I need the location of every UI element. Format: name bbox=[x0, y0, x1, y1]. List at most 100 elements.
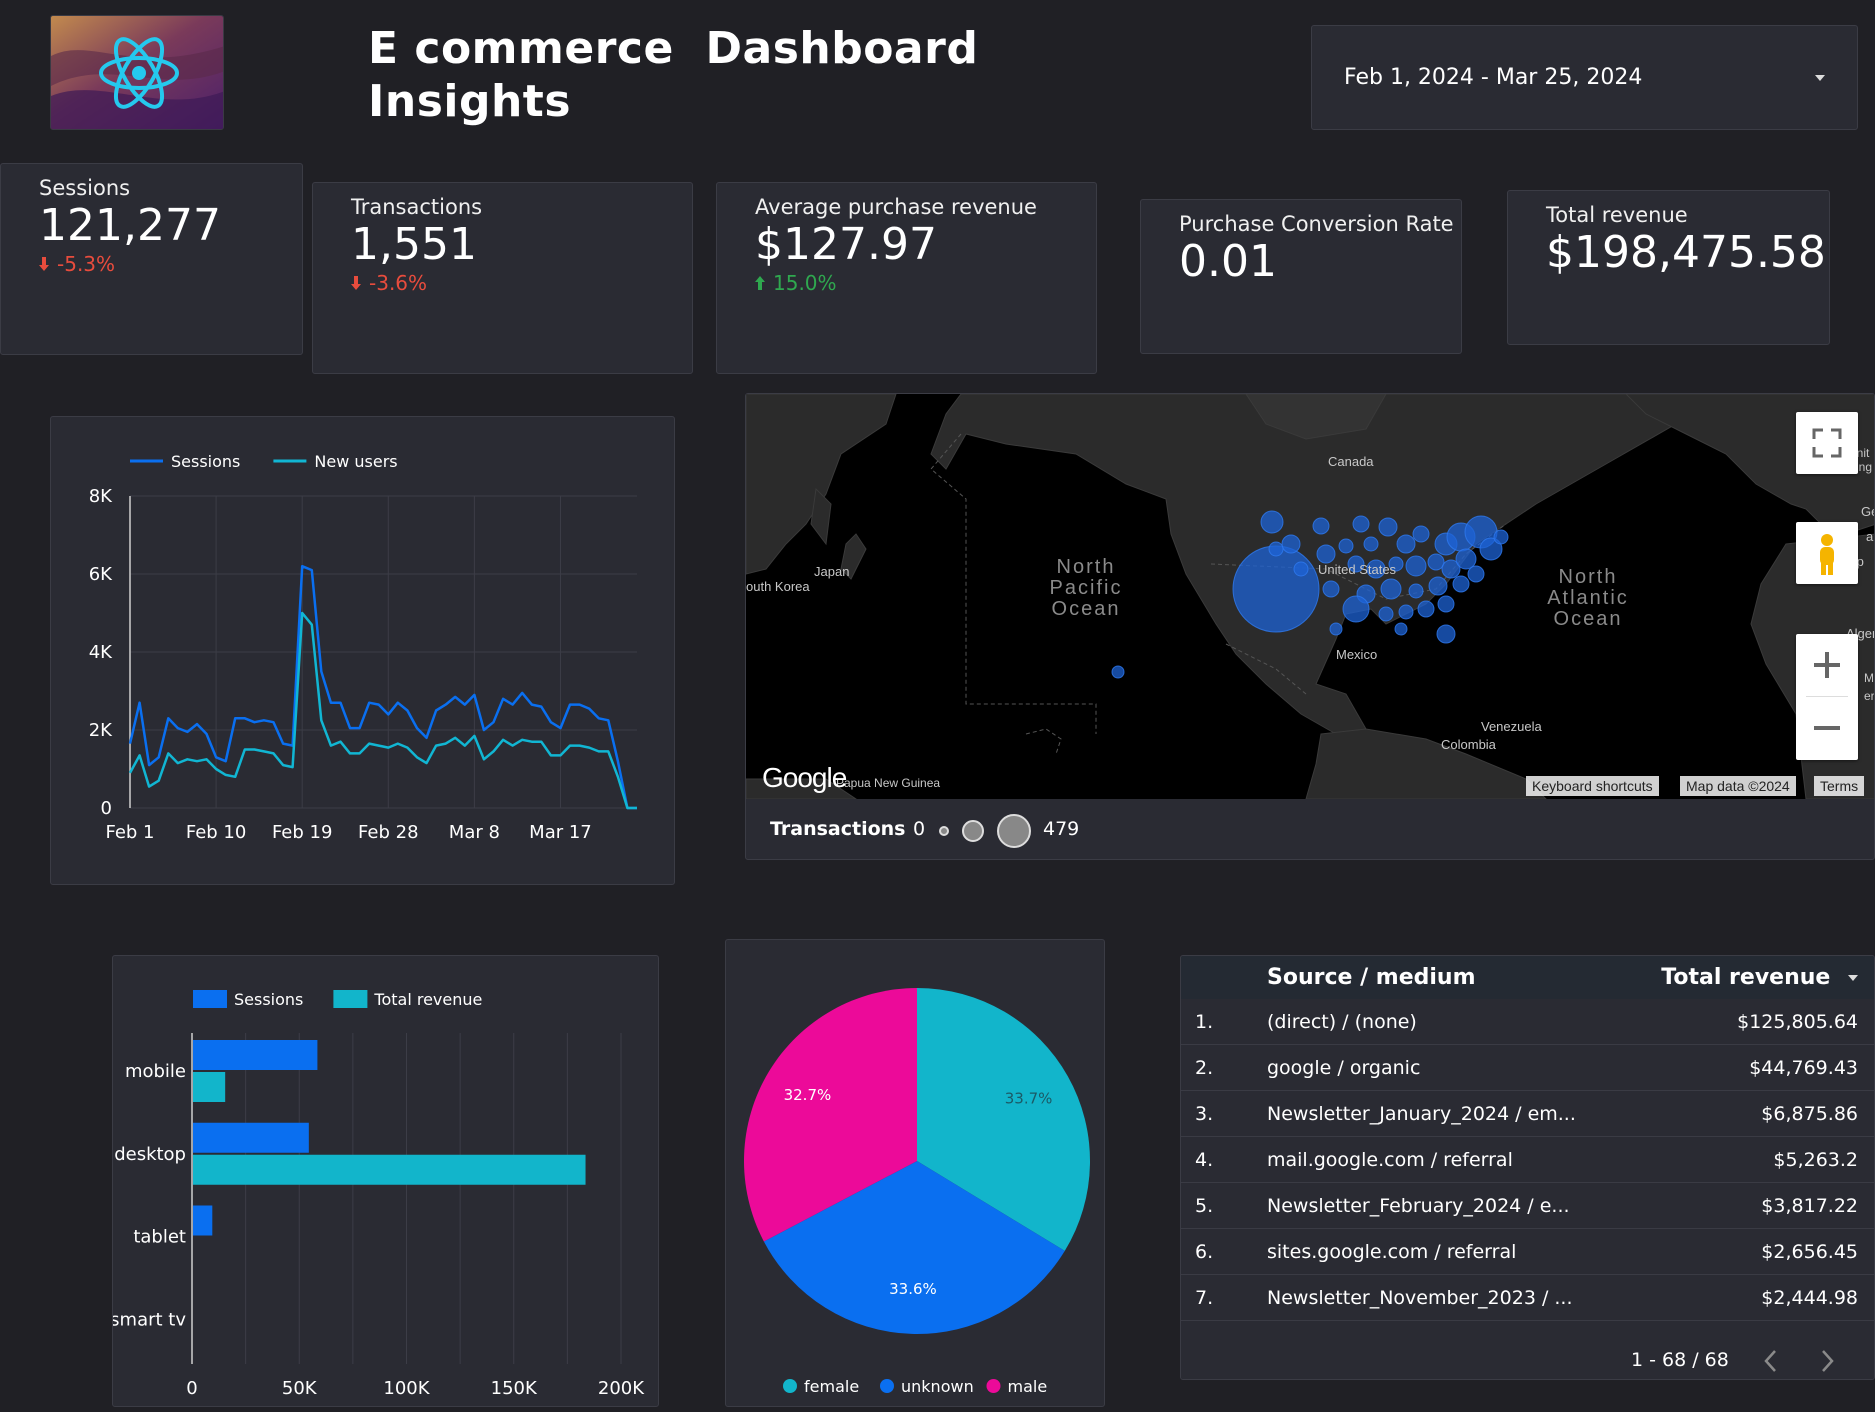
map-label-papua-new-guinea: Papua New Guinea bbox=[836, 776, 941, 790]
table-row[interactable]: 7. Newsletter_November_2023 / ... $2,444.9… bbox=[1181, 1275, 1874, 1321]
legend-label: New users bbox=[314, 452, 397, 471]
kpi-label: Transactions bbox=[351, 195, 483, 219]
kpi-card-transactions: Transactions 1,551 -3.6% bbox=[312, 182, 693, 374]
fullscreen-button[interactable] bbox=[1796, 412, 1858, 474]
keyboard-shortcuts-link[interactable]: Keyboard shortcuts bbox=[1526, 776, 1659, 796]
kpi-label: Total revenue bbox=[1546, 203, 1688, 227]
fullscreen-icon bbox=[1812, 428, 1842, 458]
gender-pie-chart-card: 33.7% 33.6% 32.7% female unknown male bbox=[725, 939, 1105, 1407]
pie-slice-label: 32.7% bbox=[784, 1086, 832, 1104]
row-index: 5. bbox=[1195, 1194, 1214, 1217]
table-row[interactable]: 2. google / organic $44,769.43 bbox=[1181, 1045, 1874, 1091]
row-total-revenue: $44,769.43 bbox=[1749, 1056, 1858, 1079]
map-label-venezuela: Venezuela bbox=[1481, 719, 1542, 734]
map-label-mexico: Mexico bbox=[1336, 647, 1378, 662]
row-source-medium: Newsletter_January_2024 / em... bbox=[1267, 1102, 1576, 1125]
category-label: smart tv bbox=[113, 1309, 186, 1330]
kpi-value: $198,475.58 bbox=[1546, 227, 1826, 278]
y-tick-label: 4K bbox=[89, 642, 113, 663]
legend-label: Total revenue bbox=[373, 990, 482, 1009]
arrow-down-icon bbox=[351, 276, 361, 290]
kpi-value: 0.01 bbox=[1179, 236, 1277, 287]
row-index: 4. bbox=[1195, 1148, 1214, 1171]
x-tick-label: 200K bbox=[598, 1378, 645, 1399]
legend-label: male bbox=[1008, 1377, 1048, 1396]
map-label-japan: Japan bbox=[814, 564, 850, 579]
street-view-pegman-button[interactable] bbox=[1796, 522, 1858, 584]
terms-link[interactable]: Terms bbox=[1814, 776, 1865, 796]
x-tick-label: Feb 19 bbox=[272, 822, 333, 843]
zoom-out-button[interactable] bbox=[1796, 697, 1858, 759]
sessions-line-chart[interactable]: 0 2K 4K 6K 8K Feb 1 Feb 10 Feb 19 Feb 28 Mar 8 Mar… bbox=[51, 417, 676, 886]
pie-slice-label: 33.6% bbox=[889, 1280, 937, 1298]
row-source-medium: (direct) / (none) bbox=[1267, 1010, 1417, 1033]
x-tick-label: Feb 28 bbox=[358, 822, 419, 843]
legend-label: unknown bbox=[901, 1377, 974, 1396]
x-tick-label: Feb 10 bbox=[186, 822, 247, 843]
bar-sessions bbox=[193, 1040, 318, 1070]
source-medium-table: Source / medium Total revenue 1. (direct)… bbox=[1180, 955, 1875, 1380]
x-tick-label: Mar 17 bbox=[529, 822, 592, 843]
kpi-card-sessions: Sessions 121,277 -5.3% bbox=[0, 163, 303, 355]
legend-swatch bbox=[193, 990, 227, 1008]
map-label-mali: Mal bbox=[1864, 671, 1874, 685]
map-label-colombia: Colombia bbox=[1441, 737, 1496, 752]
google-logo: Google bbox=[762, 762, 847, 793]
arrow-up-icon bbox=[755, 276, 765, 290]
map-label-north-pacific-ocean: North Pacific Ocean bbox=[1049, 556, 1123, 620]
row-index: 3. bbox=[1195, 1102, 1214, 1125]
column-header-source-medium[interactable]: Source / medium bbox=[1267, 965, 1614, 990]
map-label-germany: German bbox=[1861, 504, 1874, 519]
table-body: 1. (direct) / (none) $125,805.64 2. google /… bbox=[1181, 999, 1874, 1334]
table-row[interactable]: 4. mail.google.com / referral $5,263.2 bbox=[1181, 1137, 1874, 1183]
x-tick-label: 50K bbox=[282, 1378, 318, 1399]
legend-swatch bbox=[333, 990, 368, 1008]
table-row[interactable]: 8.9to5google.com / referral$2,253.03 bbox=[1181, 1321, 1874, 1335]
legend-dot bbox=[783, 1379, 797, 1393]
arrow-down-icon bbox=[39, 257, 49, 271]
category-label: mobile bbox=[125, 1061, 186, 1082]
table-footer: 1 - 68 / 68 bbox=[1181, 1341, 1874, 1379]
zoom-in-button[interactable] bbox=[1796, 634, 1858, 696]
gender-pie-chart[interactable]: 33.7% 33.6% 32.7% female unknown male bbox=[726, 940, 1106, 1408]
map-label-south-korea: outh Korea bbox=[746, 579, 810, 594]
prev-page-icon[interactable] bbox=[1759, 1347, 1783, 1375]
map-label-canada: Canada bbox=[1328, 454, 1374, 469]
date-range-picker[interactable]: Feb 1, 2024 - Mar 25, 2024 bbox=[1311, 25, 1858, 130]
bar-total-revenue bbox=[193, 1154, 586, 1185]
map-label-north-atlantic-ocean: North Atlantic Ocean bbox=[1547, 566, 1629, 630]
x-tick-label: 150K bbox=[491, 1378, 538, 1399]
row-total-revenue: $2,656.45 bbox=[1761, 1240, 1858, 1263]
legend-dot bbox=[986, 1379, 1001, 1393]
y-tick-label: 0 bbox=[101, 798, 112, 819]
bubble-map[interactable]: Canada United States Mexico Japan outh K… bbox=[746, 394, 1874, 800]
row-source-medium: 9to5google.com / referral bbox=[1267, 1333, 1614, 1335]
table-row[interactable]: 3. Newsletter_January_2024 / em... $6,875.… bbox=[1181, 1091, 1874, 1137]
page-title: E commerce Dashboard Insights bbox=[368, 22, 979, 128]
date-range-value: Feb 1, 2024 - Mar 25, 2024 bbox=[1344, 65, 1643, 90]
row-source-medium: sites.google.com / referral bbox=[1267, 1240, 1517, 1263]
map-land bbox=[746, 394, 1874, 800]
map-legend-bubbles bbox=[939, 814, 1031, 848]
table-row[interactable]: 6. sites.google.com / referral $2,656.45 bbox=[1181, 1229, 1874, 1275]
column-header-total-revenue[interactable]: Total revenue bbox=[1614, 965, 1874, 990]
dropdown-caret-icon[interactable] bbox=[1815, 74, 1825, 81]
page-title-line-2: Insights bbox=[368, 76, 572, 127]
device-bar-chart[interactable]: 0 50K 100K 150K 200K mobile desktop tablet smart… bbox=[110, 956, 660, 1408]
kpi-delta: 15.0% bbox=[755, 271, 1058, 295]
kpi-card-purchase-conversion-rate: Purchase Conversion Rate 0.01 bbox=[1140, 199, 1462, 354]
kpi-value: $127.97 bbox=[755, 219, 937, 270]
next-page-icon[interactable] bbox=[1815, 1347, 1839, 1375]
table-row[interactable]: 1. (direct) / (none) $125,805.64 bbox=[1181, 999, 1874, 1045]
row-source-medium: mail.google.com / referral bbox=[1267, 1148, 1513, 1171]
bar-sessions bbox=[193, 1122, 309, 1153]
row-source-medium: google / organic bbox=[1267, 1056, 1421, 1079]
plus-icon bbox=[1814, 652, 1840, 678]
category-label: desktop bbox=[114, 1144, 186, 1165]
pegman-icon bbox=[1820, 534, 1834, 575]
row-index: 7. bbox=[1195, 1286, 1214, 1309]
page-title-line-1: E commerce Dashboard bbox=[368, 23, 979, 74]
map-label-united-states: United States bbox=[1318, 562, 1397, 577]
table-row[interactable]: 5. Newsletter_February_2024 / e... $3,817.… bbox=[1181, 1183, 1874, 1229]
x-tick-label: 100K bbox=[383, 1378, 430, 1399]
